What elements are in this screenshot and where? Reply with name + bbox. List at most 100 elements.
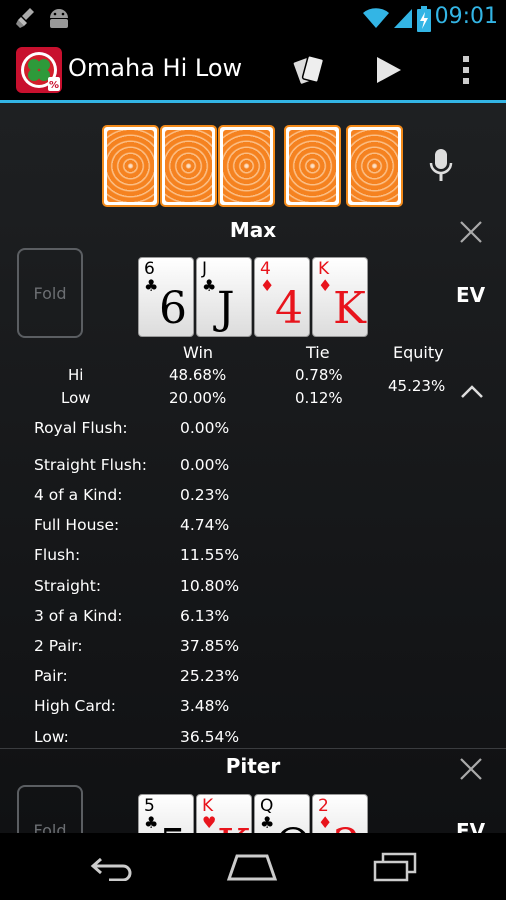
hand-type-value: 6.13% (180, 607, 230, 625)
board-card-3[interactable] (218, 125, 275, 207)
play-icon (377, 57, 401, 83)
club-suit-icon: ♣ (202, 276, 217, 295)
ev-button[interactable]: EV (456, 283, 485, 307)
equity-value: 45.23% (388, 377, 446, 395)
hand-card-4[interactable]: 2 ♦ 2 (312, 794, 368, 833)
navigation-bar (0, 833, 506, 900)
cards-icon (292, 55, 325, 86)
hand-type-label: 4 of a Kind: (34, 486, 123, 504)
fold-button[interactable]: Fold (17, 785, 83, 833)
fold-button[interactable]: Fold (17, 248, 83, 338)
hand-card-1[interactable]: 6 ♣ 6 (138, 257, 194, 337)
club-suit-icon: ♣ (260, 813, 275, 832)
battery-charging-icon (417, 6, 431, 32)
android-icon (50, 9, 68, 28)
heart-suit-icon: ♥ (202, 813, 217, 832)
hand-card-2[interactable]: K ♥ K (196, 794, 252, 833)
card-back (223, 130, 270, 202)
hand-card-1[interactable]: 5 ♣ 5 (138, 794, 194, 833)
back-icon (90, 857, 132, 881)
close-icon[interactable] (458, 219, 484, 245)
board-card-2[interactable] (160, 125, 217, 207)
hand-type-label: 3 of a Kind: (34, 607, 123, 625)
cards-button[interactable] (290, 50, 330, 90)
club-suit-icon: ♣ (144, 276, 159, 295)
card-rank-large: 2 (333, 823, 361, 834)
hand-type-label: High Card: (34, 697, 117, 715)
card-back (289, 130, 336, 202)
card-rank-large: K (217, 823, 250, 834)
board-card-4[interactable] (284, 125, 341, 207)
low-win: 20.00% (169, 389, 227, 407)
recent-apps-button[interactable] (364, 849, 424, 885)
hand-card-2[interactable]: J ♣ J (196, 257, 252, 337)
equity-header: Equity (393, 343, 444, 362)
board-card-5[interactable] (346, 125, 403, 207)
hand-card-3[interactable]: 4 ♦ 4 (254, 257, 310, 337)
home-icon (226, 854, 278, 881)
hand-type-value: 25.23% (180, 667, 240, 685)
status-bar: 09:01 (0, 0, 506, 36)
hi-label: Hi (68, 366, 84, 384)
ev-button[interactable]: EV (456, 819, 485, 833)
player-divider (0, 748, 506, 749)
app-logo-icon[interactable]: % (16, 47, 62, 93)
win-header: Win (183, 343, 214, 362)
hand-type-value: 4.74% (180, 516, 230, 534)
hand-type-value: 0.23% (180, 486, 230, 504)
card-rank-large: K (333, 283, 366, 334)
chevron-up-icon[interactable] (460, 383, 484, 399)
hand-type-value: 3.48% (180, 697, 230, 715)
hand-type-label: Flush: (34, 546, 81, 564)
low-tie: 0.12% (295, 389, 343, 407)
card-rank-large: 6 (159, 283, 187, 334)
overflow-menu-icon (463, 56, 469, 84)
hand-type-label: Pair: (34, 667, 68, 685)
hand-card-3[interactable]: Q ♣ Q (254, 794, 310, 833)
diamond-suit-icon: ♦ (260, 276, 275, 295)
player-name: Piter (225, 754, 281, 778)
svg-text:%: % (49, 80, 59, 91)
back-button[interactable] (82, 849, 142, 885)
tie-header: Tie (306, 343, 330, 362)
board-card-1[interactable] (102, 125, 159, 207)
card-rank-large: 4 (275, 283, 303, 334)
overflow-menu-button[interactable] (446, 50, 486, 90)
recent-apps-icon (373, 852, 417, 882)
microphone-icon[interactable] (428, 147, 454, 183)
hand-type-label: Low: (34, 728, 69, 746)
hand-type-value: 10.80% (180, 577, 240, 595)
content-scroll[interactable]: Max Fold 6 ♣ 6 J ♣ J 4 ♦ 4 K ♦ K EV Win … (0, 103, 506, 833)
hand-type-label: Royal Flush: (34, 419, 128, 437)
diamond-suit-icon: ♦ (318, 276, 333, 295)
play-button[interactable] (368, 50, 408, 90)
low-label: Low (61, 389, 91, 407)
club-suit-icon: ♣ (144, 813, 159, 832)
action-bar: % Omaha Hi Low (0, 36, 506, 103)
broom-icon (16, 8, 34, 28)
hand-type-value: 0.00% (180, 419, 230, 437)
hand-type-label: Straight Flush: (34, 456, 147, 474)
hi-tie: 0.78% (295, 366, 343, 384)
hand-card-4[interactable]: K ♦ K (312, 257, 368, 337)
card-rank-large: Q (275, 823, 309, 834)
hand-type-value: 0.00% (180, 456, 230, 474)
signal-icon (394, 9, 412, 28)
close-icon[interactable] (458, 756, 484, 782)
hand-type-value: 36.54% (180, 728, 240, 746)
card-rank-large: 5 (159, 823, 187, 834)
hand-type-value: 37.85% (180, 637, 240, 655)
hand-type-value: 11.55% (180, 546, 240, 564)
player-name: Max (229, 218, 277, 242)
board (0, 103, 506, 215)
home-button[interactable] (222, 849, 282, 885)
clock: 09:01 (434, 4, 498, 29)
hand-type-label: Full House: (34, 516, 120, 534)
hand-type-label: Straight: (34, 577, 102, 595)
diamond-suit-icon: ♦ (318, 813, 333, 832)
hi-win: 48.68% (169, 366, 227, 384)
card-back (165, 130, 212, 202)
card-back (107, 130, 154, 202)
hand-type-label: 2 Pair: (34, 637, 83, 655)
app-title: Omaha Hi Low (68, 54, 243, 82)
